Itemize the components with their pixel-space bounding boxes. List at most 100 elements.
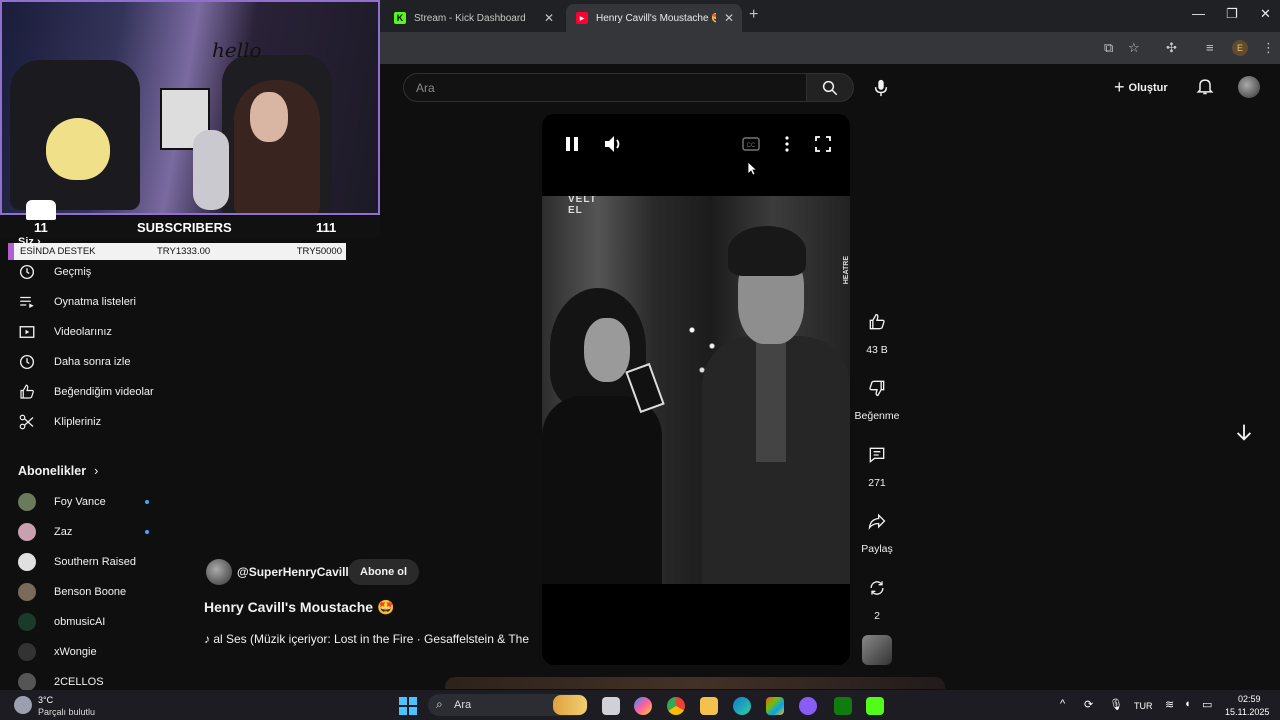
sidebar-item-watch-later[interactable]: Daha sonra izle — [18, 350, 178, 374]
weather-cloud-icon[interactable] — [14, 696, 32, 714]
captions-icon: CC — [742, 137, 760, 151]
edge-icon[interactable] — [733, 697, 751, 715]
new-content-dot — [145, 500, 149, 504]
remix-action[interactable]: 2 — [852, 574, 902, 622]
next-short-preview — [445, 677, 945, 689]
subscription-item[interactable]: xWongie — [18, 640, 153, 664]
mouse-cursor-icon — [747, 161, 757, 176]
browser-profile-avatar[interactable]: E — [1232, 40, 1248, 56]
app-icon[interactable] — [799, 697, 817, 715]
tab-kick-dashboard[interactable]: K Stream - Kick Dashboard ✕ — [384, 4, 562, 32]
weather-condition: Parçalı bulutlu — [38, 707, 96, 717]
microphone-icon[interactable]: 🎙 — [1109, 698, 1123, 711]
channel-name[interactable]: @SuperHenryCavill — [237, 565, 349, 579]
sidebar-item-your-videos[interactable]: Videolarınız — [18, 320, 178, 344]
sync-icon[interactable]: ⟳ — [1084, 698, 1093, 711]
dislike-action[interactable]: Beğenme — [852, 374, 902, 422]
chevron-right-icon: › — [94, 464, 99, 478]
search-input[interactable]: Ara — [403, 73, 807, 102]
subscription-item[interactable]: obmusicAI — [18, 610, 153, 634]
more-vertical-icon — [785, 136, 789, 152]
audio-source-thumbnail[interactable] — [862, 635, 892, 665]
sidebar-item-playlists[interactable]: Oynatma listeleri — [18, 290, 178, 314]
subscriber-goal-bar: 11 SUBSCRIBERS 111 — [0, 200, 380, 238]
extensions-icon[interactable]: ✣ — [1166, 40, 1177, 56]
search-button[interactable] — [806, 73, 854, 102]
speaker-icon[interactable]: ◖ — [1184, 698, 1191, 710]
sign-text-1: VELT — [568, 196, 597, 205]
subscription-item[interactable]: Zaz — [18, 520, 153, 544]
windows-start-icon[interactable] — [399, 697, 417, 715]
account-avatar[interactable] — [1238, 76, 1260, 98]
pause-button[interactable] — [560, 132, 584, 156]
close-window-icon[interactable]: ✕ — [1260, 6, 1271, 22]
subscription-name: 2CELLOS — [54, 676, 104, 688]
channel-avatar[interactable] — [206, 559, 232, 585]
audio-info[interactable]: ♪ al Ses (Müzik içeriyor: Lost in the Fi… — [204, 632, 530, 646]
subscription-item[interactable]: Southern Raised — [18, 550, 153, 574]
donation-goal: TRY50000 — [296, 246, 342, 257]
sidebar-item-label: Videolarınız — [54, 326, 112, 338]
show-hidden-icons[interactable]: ^ — [1060, 698, 1065, 710]
arrow-down-icon — [1236, 424, 1252, 441]
captions-button[interactable]: CC — [739, 132, 763, 156]
close-tab-icon[interactable]: ✕ — [544, 11, 554, 25]
sidebar-item-label: Daha sonra izle — [54, 356, 131, 368]
tab-title: Henry Cavill's Moustache 🤩 — [596, 12, 716, 24]
file-explorer-icon[interactable] — [700, 697, 718, 715]
copilot-icon[interactable] — [634, 697, 652, 715]
kick-app-icon[interactable] — [866, 697, 884, 715]
youtube-favicon-icon: ▶ — [576, 12, 588, 24]
comments-action[interactable]: 271 — [852, 441, 902, 489]
browser-menu-icon[interactable]: ⋮ — [1262, 40, 1275, 56]
clock-time[interactable]: 02:59 — [1238, 694, 1261, 704]
wifi-icon[interactable]: ≋ — [1165, 698, 1174, 711]
task-view-icon[interactable] — [602, 697, 620, 715]
sidebar-item-clips[interactable]: Klipleriniz — [18, 410, 178, 434]
webcam-overlay: hello — [0, 0, 380, 215]
subscription-item[interactable]: Foy Vance — [18, 490, 153, 514]
woman-face — [584, 318, 630, 382]
remix-count: 2 — [874, 610, 880, 622]
sidebar-item-liked-videos[interactable]: Beğendiğim videolar — [18, 380, 178, 404]
store-icon[interactable] — [766, 697, 784, 715]
subscription-name: Southern Raised — [54, 556, 136, 568]
new-tab-button[interactable]: + — [749, 6, 758, 24]
chrome-icon[interactable] — [667, 697, 685, 715]
like-action[interactable]: 43 B — [852, 308, 902, 356]
close-tab-icon[interactable]: ✕ — [724, 11, 734, 25]
channel-avatar — [18, 553, 36, 571]
channel-avatar — [18, 523, 36, 541]
more-options-button[interactable] — [775, 132, 799, 156]
sub-goal-title: SUBSCRIBERS — [137, 219, 232, 235]
shorts-player[interactable]: CC VELT EL HEATRE — [542, 114, 850, 665]
subscriptions-heading[interactable]: Abonelikler › — [18, 464, 98, 478]
install-app-icon[interactable]: ⧉ — [1104, 40, 1113, 56]
subscribe-button[interactable]: Abone ol — [348, 559, 420, 585]
tab-youtube-short[interactable]: ▶ Henry Cavill's Moustache 🤩 ✕ — [566, 4, 742, 32]
language-indicator[interactable]: TUR — [1134, 701, 1153, 711]
battery-icon[interactable]: ▭ — [1202, 698, 1212, 711]
comment-count: 271 — [868, 477, 886, 489]
create-button[interactable]: + Oluştur — [1114, 77, 1168, 98]
remix-icon — [863, 574, 891, 602]
subscriptions-title: Abonelikler — [18, 464, 87, 478]
notifications-button[interactable] — [1195, 76, 1215, 101]
sidebar-item-history[interactable]: Geçmiş — [18, 260, 178, 284]
channel-avatar — [18, 643, 36, 661]
sub-count-right: 111 — [316, 219, 337, 235]
next-short-button[interactable] — [1233, 421, 1255, 448]
bookmark-star-icon[interactable]: ☆ — [1128, 40, 1140, 56]
voice-search-button[interactable] — [868, 75, 894, 101]
clock-date[interactable]: 15.11.2025 — [1225, 707, 1269, 717]
subscription-item[interactable]: Benson Boone — [18, 580, 153, 604]
search-icon: ⌕ — [436, 697, 443, 711]
minimize-icon[interactable]: — — [1192, 6, 1205, 21]
media-control-icon[interactable]: ≡ — [1206, 40, 1214, 55]
sub-count-left: 11 — [34, 219, 48, 235]
volume-button[interactable] — [602, 132, 626, 156]
xbox-icon[interactable] — [834, 697, 852, 715]
restore-icon[interactable]: ❐ — [1226, 6, 1238, 22]
share-action[interactable]: Paylaş — [852, 507, 902, 555]
fullscreen-button[interactable] — [811, 132, 835, 156]
